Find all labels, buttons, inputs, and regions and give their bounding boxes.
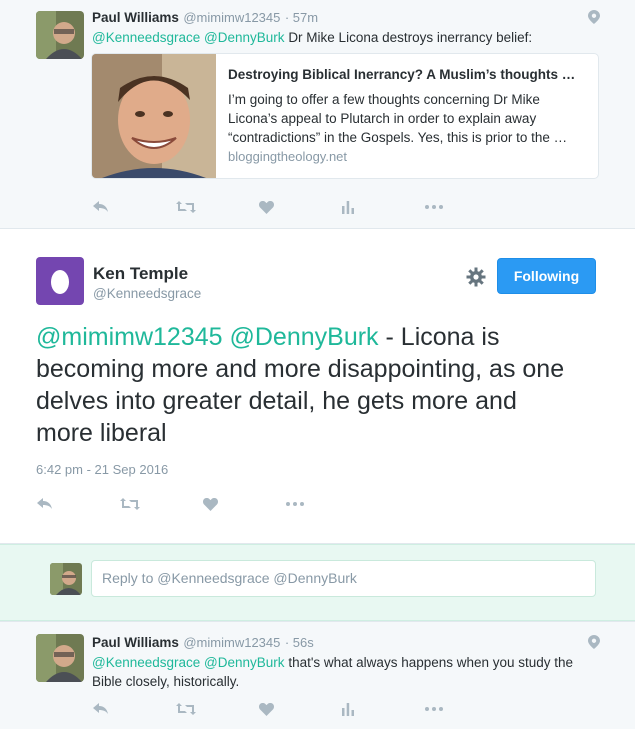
reply-icon: [93, 201, 108, 212]
tweet-text: @mimimw12345 @DennyBurk - Licona is beco…: [36, 321, 576, 449]
tweet-body: Dr Mike Licona destroys inerrancy belief…: [288, 30, 533, 45]
tweet-time[interactable]: · 57m: [285, 10, 318, 25]
tweet-actions: [93, 699, 508, 719]
retweet-icon: [120, 498, 140, 510]
tweet-actions: [37, 494, 369, 514]
tweet-text: @Kenneedsgrace @DennyBurk that's what al…: [92, 653, 592, 691]
avatar: [50, 563, 82, 595]
reply-button[interactable]: [93, 699, 176, 719]
avatar[interactable]: [36, 634, 84, 682]
analytics-icon: [342, 200, 354, 214]
more-icon: [286, 502, 304, 506]
author-handle[interactable]: @mimimw12345: [183, 10, 280, 25]
tweet-time[interactable]: · 56s: [285, 635, 314, 650]
more-icon: [425, 707, 443, 711]
more-button[interactable]: [425, 197, 508, 217]
more-icon: [425, 205, 443, 209]
reply-icon: [93, 703, 108, 714]
card-domain[interactable]: bloggingtheology.net: [228, 149, 347, 164]
mention-link[interactable]: @Kenneedsgrace: [92, 30, 200, 45]
reply-icon: [37, 498, 52, 509]
more-button[interactable]: [425, 699, 508, 719]
author-name[interactable]: Paul Williams: [92, 10, 179, 25]
analytics-icon: [342, 702, 354, 716]
author-handle[interactable]: @mimimw12345: [183, 635, 280, 650]
card-description: I’m going to offer a few thoughts concer…: [228, 92, 568, 145]
mention-link[interactable]: @DennyBurk: [230, 323, 379, 351]
gear-icon[interactable]: [466, 267, 486, 287]
retweet-button[interactable]: [176, 699, 259, 719]
retweet-button[interactable]: [120, 494, 203, 514]
location-pin-icon[interactable]: [588, 635, 600, 649]
like-button[interactable]: [203, 494, 286, 514]
retweet-button[interactable]: [176, 197, 259, 217]
tweet-ken-temple-permalink: Ken Temple @Kenneedsgrace Following @mim…: [0, 229, 635, 543]
reply-button[interactable]: [93, 197, 176, 217]
like-icon: [259, 200, 274, 214]
like-icon: [203, 497, 218, 511]
tweet-actions: [93, 197, 508, 217]
tweet-paul-williams-1[interactable]: Paul Williams @mimimw12345 · 57m @Kennee…: [0, 0, 635, 228]
mention-link[interactable]: @Kenneedsgrace: [92, 655, 200, 670]
author-name[interactable]: Ken Temple: [93, 264, 188, 284]
card-title[interactable]: Destroying Biblical Inerrancy? A Muslim’…: [228, 67, 590, 82]
analytics-button[interactable]: [342, 699, 425, 719]
like-icon: [259, 702, 274, 716]
reply-input[interactable]: Reply to @Kenneedsgrace @DennyBurk: [91, 560, 596, 597]
more-button[interactable]: [286, 494, 369, 514]
location-pin-icon[interactable]: [588, 10, 600, 24]
like-button[interactable]: [259, 699, 342, 719]
tweet-timestamp[interactable]: 6:42 pm - 21 Sep 2016: [36, 462, 168, 477]
reply-composer: Reply to @Kenneedsgrace @DennyBurk: [0, 544, 635, 621]
author-name[interactable]: Paul Williams: [92, 635, 179, 650]
tweet-text: @Kenneedsgrace @DennyBurk Dr Mike Licona…: [92, 28, 532, 47]
analytics-button[interactable]: [342, 197, 425, 217]
like-button[interactable]: [259, 197, 342, 217]
avatar[interactable]: [36, 11, 84, 59]
retweet-icon: [176, 703, 196, 715]
mention-link[interactable]: @mimimw12345: [36, 323, 223, 351]
link-card[interactable]: Destroying Biblical Inerrancy? A Muslim’…: [91, 53, 599, 179]
mention-link[interactable]: @DennyBurk: [204, 655, 285, 670]
tweet-paul-williams-2[interactable]: Paul Williams @mimimw12345 · 56s @Kennee…: [0, 622, 635, 729]
author-handle[interactable]: @Kenneedsgrace: [93, 286, 201, 301]
following-button[interactable]: Following: [497, 258, 596, 294]
mention-link[interactable]: @DennyBurk: [204, 30, 285, 45]
reply-button[interactable]: [37, 494, 120, 514]
egg-avatar-icon[interactable]: [36, 257, 84, 305]
card-image: [92, 54, 216, 178]
retweet-icon: [176, 201, 196, 213]
